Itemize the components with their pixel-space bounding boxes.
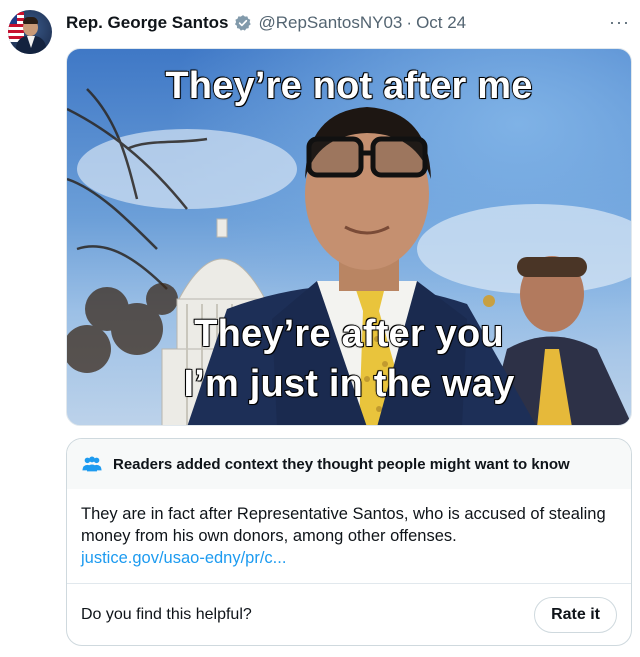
verified-badge-icon[interactable]: [234, 14, 252, 32]
separator-dot: ·: [406, 13, 413, 32]
avatar-hair: [23, 17, 38, 24]
community-note-text: They are in fact after Representative Sa…: [81, 505, 606, 545]
tweet-header: Rep. George Santos @RepSantosNY03 · Oct …: [66, 10, 630, 36]
people-icon: [81, 453, 103, 475]
community-note-header: Readers added context they thought peopl…: [67, 439, 631, 489]
tweet-image[interactable]: They’re not after me They’re after you I…: [66, 48, 632, 426]
tweet-date[interactable]: Oct 24: [416, 13, 466, 33]
rate-it-button[interactable]: Rate it: [534, 596, 617, 633]
author-handle[interactable]: @RepSantosNY03: [258, 13, 402, 33]
meme-caption-middle: They’re after you: [193, 312, 504, 356]
community-note-body: They are in fact after Representative Sa…: [67, 489, 631, 583]
author-avatar[interactable]: [8, 10, 52, 54]
meme-caption-bottom: I’m just in the way: [183, 362, 515, 406]
community-note-link[interactable]: justice.gov/usao-edny/pr/c...: [81, 549, 286, 567]
author-name[interactable]: Rep. George Santos: [66, 13, 228, 33]
community-note: Readers added context they thought peopl…: [66, 438, 632, 646]
meme-caption-top: They’re not after me: [165, 64, 534, 108]
more-options-icon[interactable]: ···: [609, 12, 630, 33]
community-note-title: Readers added context they thought peopl…: [113, 455, 570, 473]
community-note-footer: Do you find this helpful? Rate it: [67, 583, 631, 645]
helpful-question: Do you find this helpful?: [81, 605, 252, 623]
